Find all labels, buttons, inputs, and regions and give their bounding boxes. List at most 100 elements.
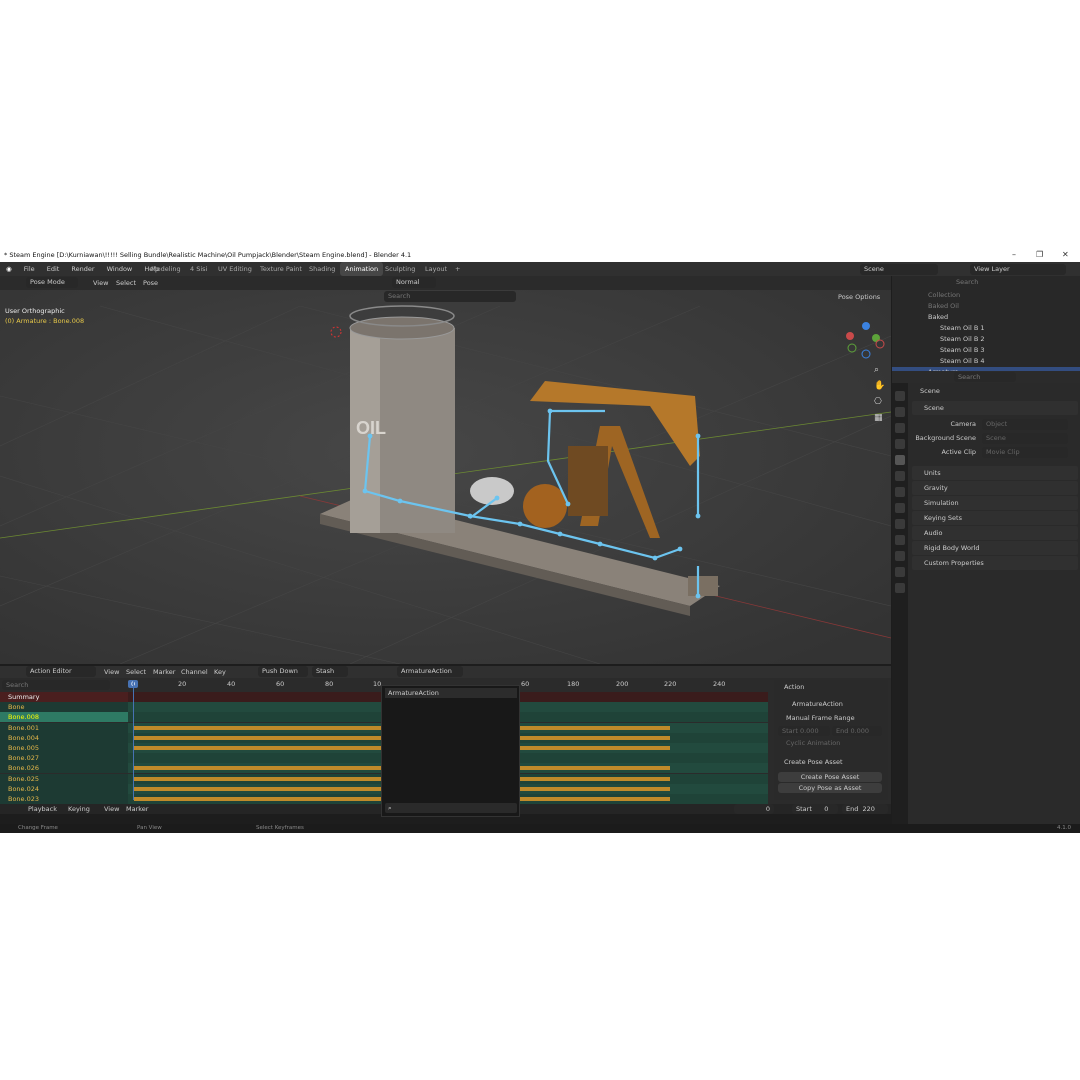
workspace-tab-uv[interactable]: UV Editing [213, 262, 257, 276]
output-tab-icon[interactable] [895, 423, 905, 433]
orientation-selector[interactable]: Normal [392, 277, 436, 288]
push-down-button[interactable]: Push Down [258, 666, 308, 677]
tool-tab-icon[interactable] [895, 391, 905, 401]
channel-row[interactable]: Bone.005 [0, 743, 128, 753]
workspace-tab-shading[interactable]: Shading [304, 262, 340, 276]
close-icon[interactable]: ✕ [1062, 248, 1069, 262]
channel-row[interactable]: Bone [0, 702, 128, 713]
panel-keying-sets[interactable]: Keying Sets [912, 511, 1078, 525]
camera-field[interactable]: Object [982, 419, 1068, 430]
maximize-icon[interactable]: ❐ [1036, 248, 1043, 262]
current-frame-field[interactable]: 0 [734, 804, 774, 814]
viewport-menu-pose[interactable]: Pose [143, 276, 158, 290]
channel-row[interactable]: Bone.027 [0, 753, 128, 764]
dope-menu-view[interactable]: View [104, 668, 119, 676]
pose-options-button[interactable]: Pose Options [838, 290, 880, 304]
menu-render[interactable]: Render [66, 262, 99, 276]
outliner-row-steam-oil-1[interactable]: Steam Oil B 1 [892, 323, 1080, 334]
bg-scene-field[interactable]: Scene [982, 433, 1068, 444]
viewport-menu-select[interactable]: Select [116, 276, 136, 290]
dope-menu-select[interactable]: Select [126, 668, 146, 676]
physics-tab-icon[interactable] [895, 519, 905, 529]
modifier-tab-icon[interactable] [895, 503, 905, 513]
panel-audio[interactable]: Audio [912, 526, 1078, 540]
channel-search-input[interactable]: Search [2, 680, 110, 690]
viewport-menu-view[interactable]: View [93, 276, 108, 290]
workspace-tab-texture[interactable]: Texture Paint [255, 262, 307, 276]
channel-row[interactable]: Bone.026 [0, 763, 128, 774]
active-clip-field[interactable]: Movie Clip [982, 447, 1068, 458]
popup-search-input[interactable]: ⌕ [385, 803, 517, 813]
workspace-tab-sculpting[interactable]: Sculpting [380, 262, 420, 276]
workspace-tab-animation[interactable]: Animation [340, 262, 384, 276]
timeline-menu-keying[interactable]: Keying [68, 804, 90, 814]
panel-custom-props[interactable]: Custom Properties [912, 556, 1078, 570]
editor-mode-selector[interactable]: Action Editor [26, 666, 96, 677]
outliner[interactable]: Search Collection Baked Oil Baked Steam … [892, 276, 1080, 371]
popup-item[interactable]: ArmatureAction [385, 688, 517, 698]
start-frame-field[interactable]: Start 0 [792, 804, 838, 814]
properties-search-input[interactable]: Search [954, 372, 1016, 382]
constraints-tab-icon[interactable] [895, 535, 905, 545]
outliner-row-collection[interactable]: Collection [892, 290, 1080, 301]
channel-summary[interactable]: Summary [0, 692, 128, 702]
channel-row[interactable]: Bone.025 [0, 773, 128, 784]
scene-selector[interactable]: Scene [860, 264, 938, 275]
outliner-row-baked[interactable]: Baked [892, 312, 1080, 323]
scene-tab-icon[interactable] [895, 455, 905, 465]
cyclic-animation-checkbox[interactable]: Cyclic Animation [786, 739, 840, 747]
workspace-tab-4sisi[interactable]: 4 Sisi [185, 262, 212, 276]
manual-range-checkbox[interactable]: Manual Frame Range [786, 714, 855, 722]
menu-window[interactable]: Window [102, 262, 138, 276]
add-workspace-icon[interactable]: + [450, 262, 465, 276]
outliner-row-steam-oil-4[interactable]: Steam Oil B 4 [892, 356, 1080, 367]
stash-button[interactable]: Stash [312, 666, 348, 677]
timeline-menu-marker[interactable]: Marker [126, 804, 148, 814]
sidebar-action-name[interactable]: ArmatureAction [792, 700, 843, 708]
panel-scene-header[interactable]: Scene [912, 401, 1078, 415]
blender-logo-icon[interactable]: ◉ [0, 262, 17, 276]
create-pose-button[interactable]: Create Pose Asset [778, 772, 882, 782]
workspace-tab-layout[interactable]: Layout [420, 262, 452, 276]
timeline-menu-playback[interactable]: Playback [28, 804, 57, 814]
outliner-row-steam-oil-3[interactable]: Steam Oil B 3 [892, 345, 1080, 356]
object-tab-icon[interactable] [895, 487, 905, 497]
render-tab-icon[interactable] [895, 407, 905, 417]
world-tab-icon[interactable] [895, 471, 905, 481]
data-tab-icon[interactable] [895, 551, 905, 561]
range-start-field[interactable]: Start 0.000 [778, 726, 830, 736]
outliner-row-steam-oil-2[interactable]: Steam Oil B 2 [892, 334, 1080, 345]
channel-row[interactable]: Bone.024 [0, 783, 128, 794]
range-end-field[interactable]: End 0.000 [832, 726, 882, 736]
viewport-search-input[interactable]: Search [384, 291, 516, 302]
minimize-icon[interactable]: – [1012, 248, 1016, 262]
dope-menu-marker[interactable]: Marker [153, 668, 175, 676]
copy-pose-button[interactable]: Copy Pose as Asset [778, 783, 882, 793]
view-layer-tab-icon[interactable] [895, 439, 905, 449]
3d-viewport[interactable]: OIL ⌕ ✋ ⎔ ▦ Pose Mode View Select Pose N… [0, 276, 891, 664]
texture-tab-icon[interactable] [895, 583, 905, 593]
timeline-menu-view[interactable]: View [104, 804, 119, 814]
channel-row[interactable]: Bone.001 [0, 722, 128, 733]
panel-simulation[interactable]: Simulation [912, 496, 1078, 510]
action-panel-header[interactable]: Action [784, 683, 804, 691]
channel-row[interactable]: Bone.008 [0, 712, 128, 723]
panel-units[interactable]: Units [912, 466, 1078, 480]
action-browse-popup[interactable]: ArmatureAction ⌕ [381, 685, 520, 817]
outliner-row-baked-oil[interactable]: Baked Oil [892, 301, 1080, 312]
workspace-tab-modeling[interactable]: Modeling [146, 262, 186, 276]
action-name-field[interactable]: ArmatureAction [397, 666, 463, 677]
channel-row[interactable]: Bone.004 [0, 732, 128, 743]
create-pose-header[interactable]: Create Pose Asset [784, 758, 843, 766]
view-layer-selector[interactable]: View Layer [970, 264, 1066, 275]
panel-gravity[interactable]: Gravity [912, 481, 1078, 495]
end-frame-field[interactable]: End 220 [842, 804, 888, 814]
menu-edit[interactable]: Edit [42, 262, 65, 276]
bone-tab-icon[interactable] [895, 567, 905, 577]
menu-file[interactable]: File [19, 262, 40, 276]
dope-menu-channel[interactable]: Channel [181, 668, 208, 676]
channel-row[interactable]: Bone.023 [0, 794, 128, 804]
mode-selector[interactable]: Pose Mode [26, 277, 78, 288]
dope-menu-key[interactable]: Key [214, 668, 226, 676]
panel-rigid-body[interactable]: Rigid Body World [912, 541, 1078, 555]
